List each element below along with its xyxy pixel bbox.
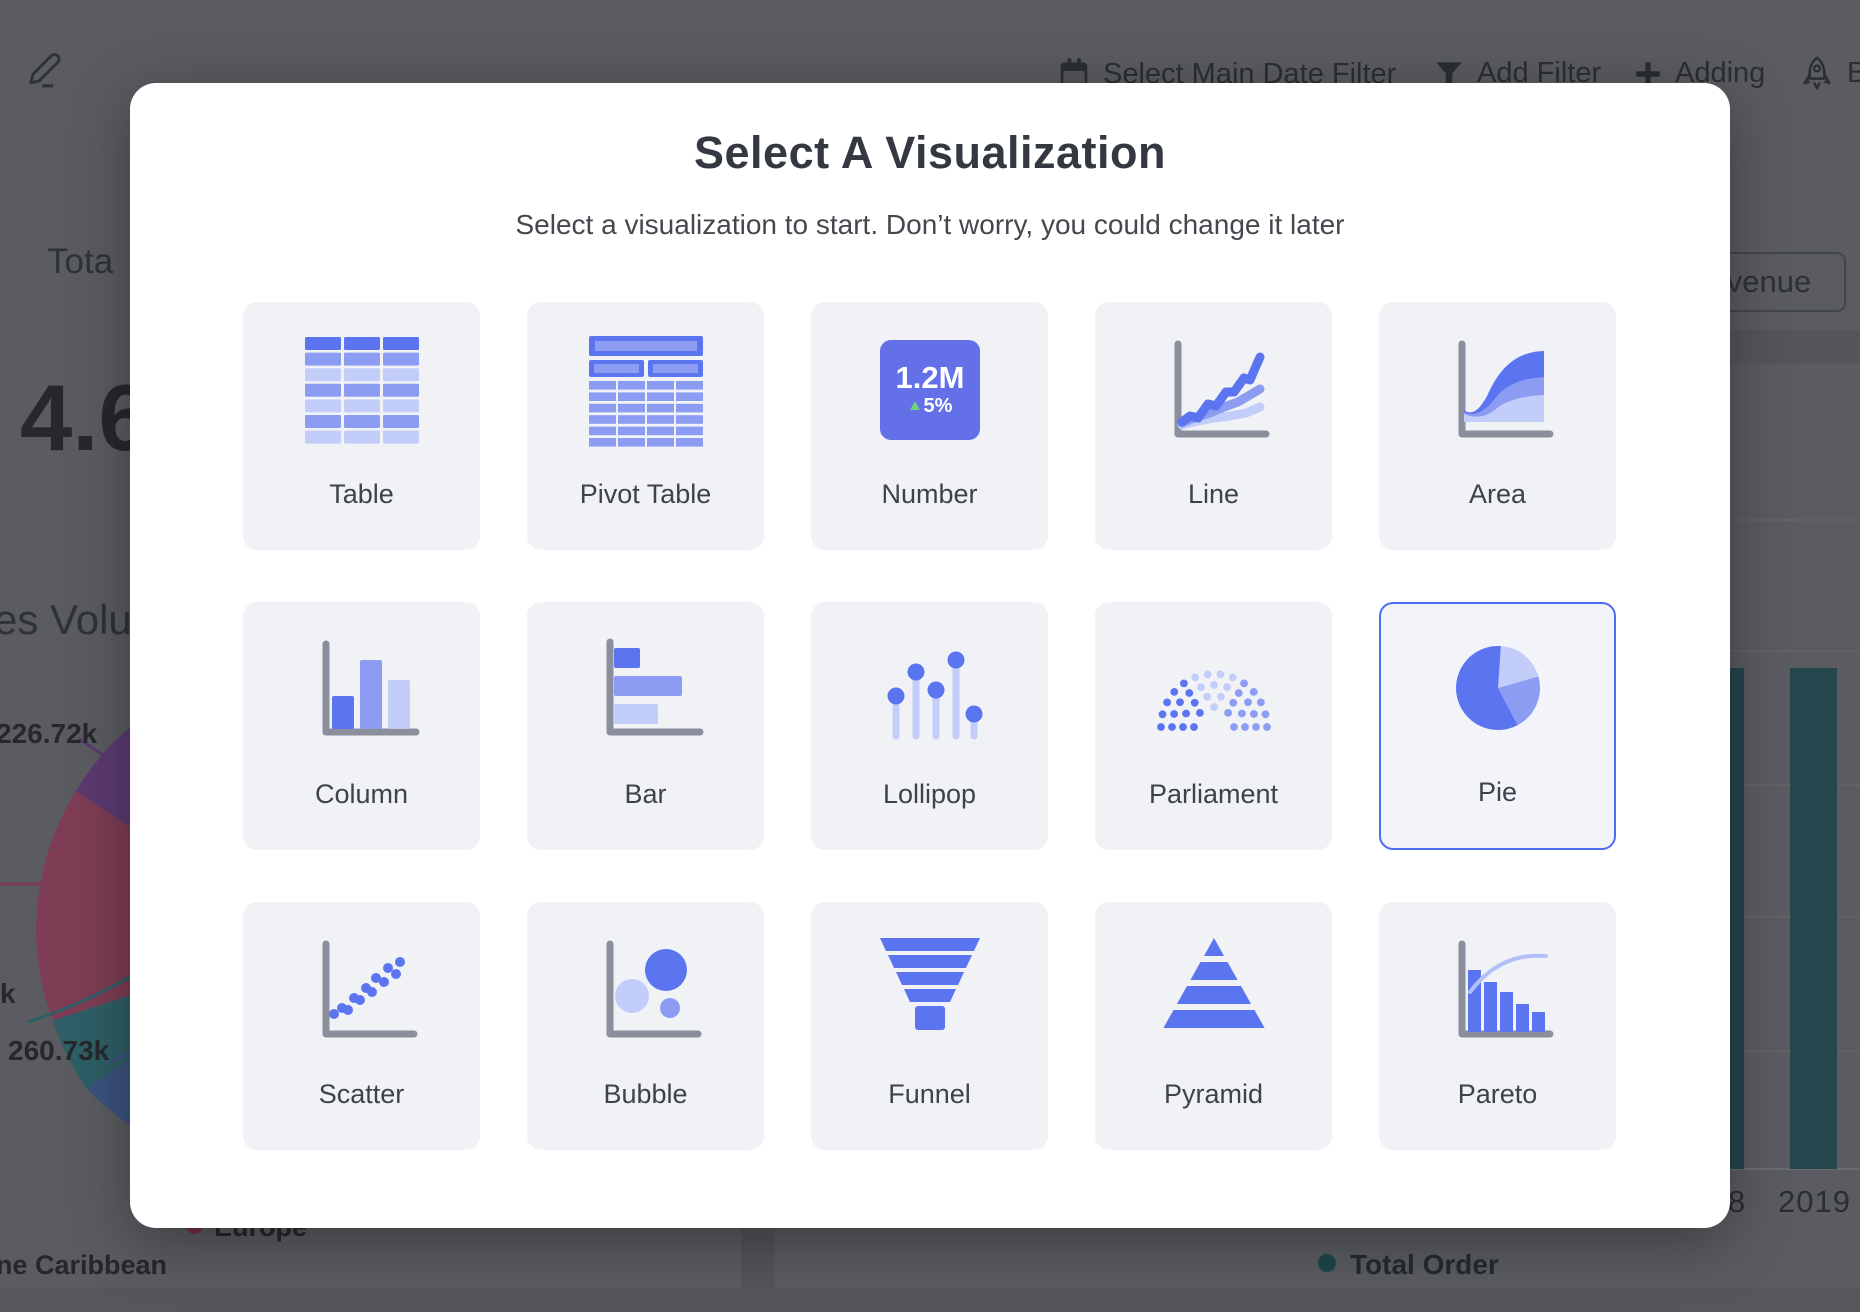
pie-label-bottom: 260.73k xyxy=(8,1035,109,1067)
x-axis-label-2019: 2019 xyxy=(1778,1184,1851,1220)
viz-tile-pie[interactable]: Pie xyxy=(1379,602,1616,850)
parliament-icon xyxy=(1154,632,1274,752)
viz-tile-label: Number xyxy=(811,479,1048,510)
legend-total-order[interactable]: Total Order xyxy=(1350,1249,1499,1281)
funnel-icon xyxy=(870,932,990,1052)
viz-tile-bar[interactable]: Bar xyxy=(527,602,764,850)
viz-tile-label: Area xyxy=(1379,479,1616,510)
column-icon xyxy=(302,632,422,752)
viz-tile-funnel[interactable]: Funnel xyxy=(811,902,1048,1150)
pie-icon xyxy=(1438,632,1558,752)
viz-tile-table[interactable]: Table xyxy=(243,302,480,550)
number-icon-delta: 5% xyxy=(923,395,952,417)
area-icon xyxy=(1438,332,1558,452)
viz-tile-label: Bubble xyxy=(527,1079,764,1110)
viz-tile-bubble[interactable]: Bubble xyxy=(527,902,764,1150)
viz-tile-label: Column xyxy=(243,779,480,810)
legend-caribbean-fragment[interactable]: ne Caribbean xyxy=(0,1250,167,1281)
number-icon: 1.2M 5% xyxy=(870,332,990,452)
line-icon xyxy=(1154,332,1274,452)
viz-tile-label: Line xyxy=(1095,479,1332,510)
viz-tile-area[interactable]: Area xyxy=(1379,302,1616,550)
viz-tile-label: Pyramid xyxy=(1095,1079,1332,1110)
rocket-icon xyxy=(1800,55,1834,91)
viz-tile-lollipop[interactable]: Lollipop xyxy=(811,602,1048,850)
viz-tile-number[interactable]: 1.2M 5% Number xyxy=(811,302,1048,550)
viz-tile-label: Pivot Table xyxy=(527,479,764,510)
bar-icon xyxy=(586,632,706,752)
viz-tile-label: Funnel xyxy=(811,1079,1048,1110)
pivot-icon xyxy=(586,332,706,452)
lollipop-icon xyxy=(870,632,990,752)
menu-label: B xyxy=(1847,57,1860,90)
bubble-icon xyxy=(586,932,706,1052)
viz-tile-pyramid[interactable]: Pyramid xyxy=(1095,902,1332,1150)
table-icon xyxy=(302,332,422,452)
x-axis-label-2018-fragment: 8 xyxy=(1728,1184,1746,1220)
viz-tile-label: Table xyxy=(243,479,480,510)
viz-tile-label: Scatter xyxy=(243,1079,480,1110)
viz-tile-column[interactable]: Column xyxy=(243,602,480,850)
viz-tile-pareto[interactable]: Pareto xyxy=(1379,902,1616,1150)
select-visualization-modal: Select A Visualization Select a visualiz… xyxy=(130,83,1730,1228)
viz-tile-scatter[interactable]: Scatter xyxy=(243,902,480,1150)
viz-tile-label: Bar xyxy=(527,779,764,810)
revenue-button-label: venue xyxy=(1727,264,1811,300)
menu-build[interactable]: B xyxy=(1800,55,1860,91)
scatter-icon xyxy=(302,932,422,1052)
viz-tile-label: Pie xyxy=(1381,777,1614,808)
viz-tile-label: Parliament xyxy=(1095,779,1332,810)
modal-subtitle: Select a visualization to start. Don’t w… xyxy=(130,209,1730,241)
page-bottom-strip xyxy=(0,1288,1860,1312)
number-icon-value: 1.2M xyxy=(895,360,964,395)
pyramid-icon xyxy=(1154,932,1274,1052)
viz-tile-label: Lollipop xyxy=(811,779,1048,810)
legend-dot-total-order xyxy=(1318,1254,1336,1272)
viz-tile-pivot[interactable]: Pivot Table xyxy=(527,302,764,550)
visualization-grid: Table Pivot Table 1.2M 5% Number Line Are… xyxy=(243,302,1616,1150)
pie-label-top: 226.72k xyxy=(0,718,97,750)
pie-label-mid: k xyxy=(0,978,16,1010)
viz-tile-label: Pareto xyxy=(1379,1079,1616,1110)
modal-title: Select A Visualization xyxy=(130,127,1730,179)
pareto-icon xyxy=(1438,932,1558,1052)
viz-tile-parliament[interactable]: Parliament xyxy=(1095,602,1332,850)
viz-tile-line[interactable]: Line xyxy=(1095,302,1332,550)
edit-pencil-icon[interactable] xyxy=(26,50,66,95)
kpi-title-fragment: Tota xyxy=(47,242,113,282)
pie-chart-title-fragment: es Volu xyxy=(0,596,132,644)
